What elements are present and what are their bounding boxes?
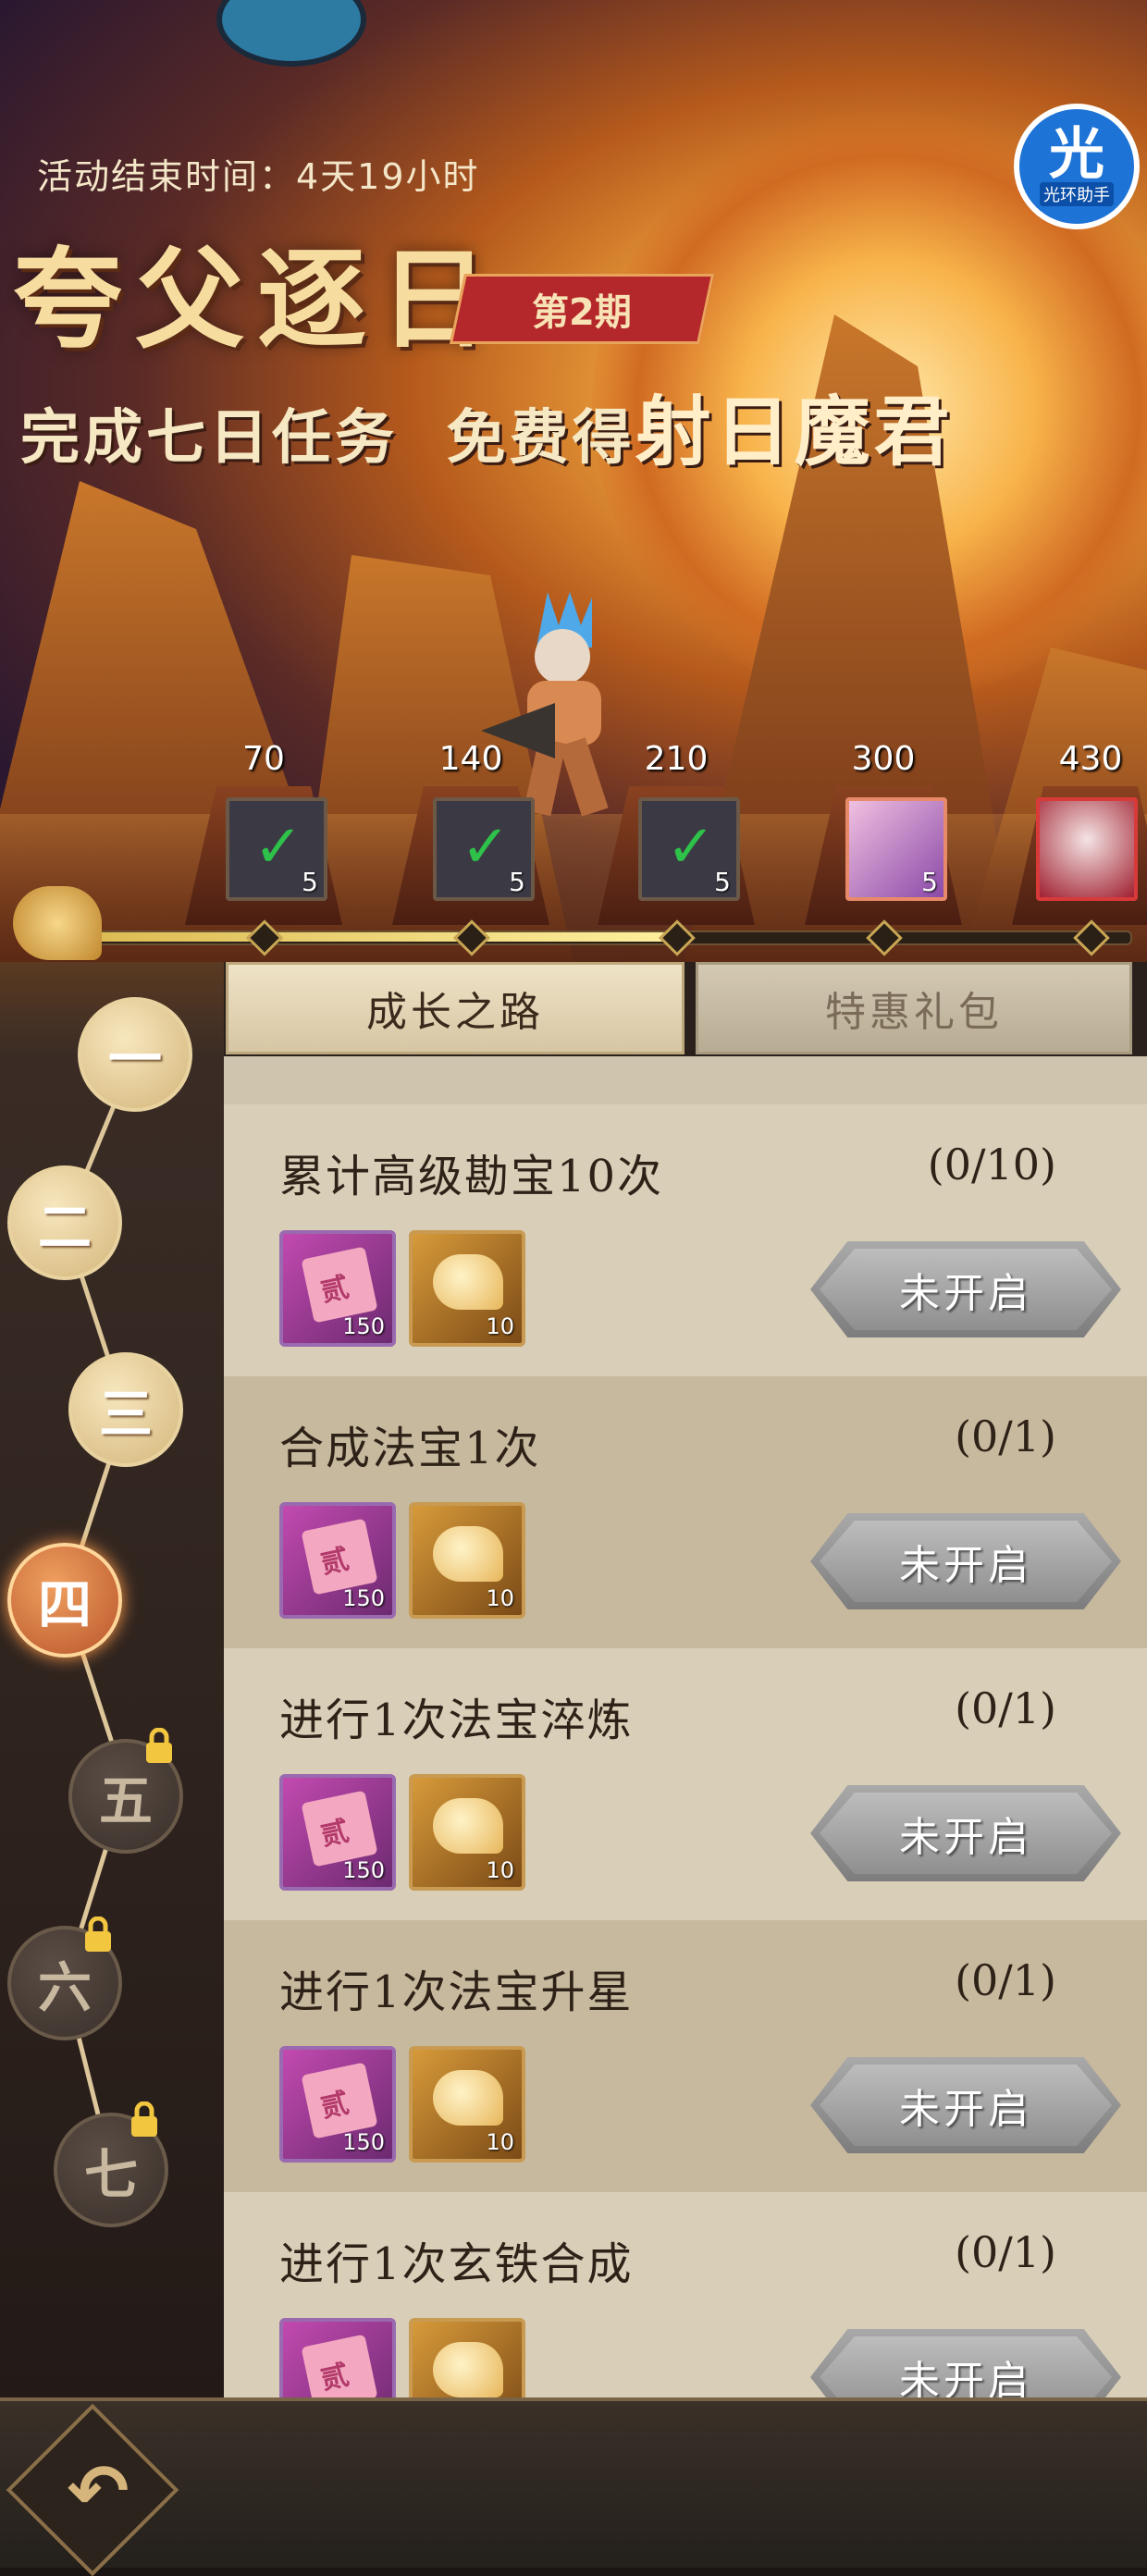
task-row: 合成法宝1次 (0/1) 贰 150 10 未开启 [224, 1376, 1147, 1648]
cloud-reward-icon[interactable]: 10 [409, 2318, 525, 2397]
milestone-points: 430 [1058, 740, 1123, 778]
day-1-button[interactable]: 一 [78, 997, 192, 1112]
milestone-points: 70 [242, 740, 285, 778]
check-icon: ✓ [253, 813, 303, 881]
task-name: 合成法宝1次 [279, 1423, 541, 1474]
reward-glyph: 贰 [317, 2087, 352, 2125]
task-progress: (0/10) [927, 1140, 1056, 1189]
reward-quantity: 10 [486, 1313, 514, 1339]
subtitle-reward: 射日魔君 [635, 388, 954, 476]
milestone-points: 140 [438, 740, 503, 778]
milestone-points: 210 [644, 740, 709, 778]
check-icon: ✓ [461, 813, 511, 881]
lock-icon [128, 2101, 161, 2138]
milestone-points: 300 [851, 740, 916, 778]
event-banner: 活动结束时间：4天19小时 夸父逐日 第2期 完成七日任务 免费得射日魔君 光 … [0, 0, 1147, 962]
scroll-reward-icon[interactable]: 贰 150 [279, 1502, 396, 1619]
creature-avatar [216, 0, 366, 67]
task-action-button[interactable]: 未开启 [810, 1785, 1121, 1881]
subtitle-text: 完成七日任务 免费得 [20, 403, 635, 473]
logo-text: 光环助手 [1040, 182, 1114, 206]
task-action-button[interactable]: 未开启 [810, 1241, 1121, 1337]
cloud-reward-icon[interactable]: 10 [409, 1774, 525, 1891]
cloud-reward-icon[interactable]: 10 [409, 2046, 525, 2163]
reward-glyph: 贰 [317, 2359, 352, 2397]
event-timer: 活动结束时间：4天19小时 [37, 156, 480, 197]
reward-card-icon: 5 [845, 797, 947, 901]
tab-special-gift[interactable]: 特惠礼包 [696, 962, 1132, 1054]
back-arrow-icon: ↶ [67, 2448, 130, 2534]
task-row: 进行1次法宝升星 (0/1) 贰 150 10 未开启 [224, 1920, 1147, 2192]
reward-item-icon: ✓ 5 [226, 797, 327, 901]
tab-growth-road[interactable]: 成长之路 [226, 962, 684, 1054]
task-row: 进行1次法宝淬炼 (0/1) 贰 150 10 未开启 [224, 1648, 1147, 1920]
reward-glyph: 贰 [317, 1543, 352, 1581]
hero-reward-icon [1036, 797, 1138, 901]
reward-count: 5 [714, 867, 731, 897]
task-progress: (0/1) [955, 1411, 1056, 1461]
scroll-reward-icon[interactable]: 贰 150 [279, 2318, 396, 2397]
reward-quantity: 150 [342, 1857, 385, 1883]
lock-icon [142, 1727, 176, 1765]
scroll-reward-icon[interactable]: 贰 150 [279, 1230, 396, 1347]
reward-quantity: 150 [342, 1313, 385, 1339]
list-top-strip [224, 1056, 1147, 1104]
event-subtitle: 完成七日任务 免费得射日魔君 [20, 370, 954, 480]
task-name: 进行1次法宝淬炼 [279, 1695, 634, 1746]
progress-fill [28, 932, 690, 942]
reward-quantity: 10 [486, 2129, 514, 2155]
reward-quantity: 10 [486, 1857, 514, 1883]
day-3-button[interactable]: 三 [68, 1352, 183, 1467]
reward-count: 5 [921, 867, 938, 897]
reward-quantity: 150 [342, 1585, 385, 1611]
task-action-button[interactable]: 未开启 [810, 1513, 1121, 1609]
reward-item-icon: ✓ 5 [433, 797, 535, 901]
milestone-140[interactable]: 140 ✓ 5 [383, 740, 559, 925]
logo-glyph: 光 [1049, 122, 1104, 187]
cloud-reward-icon[interactable]: 10 [409, 1502, 525, 1619]
check-icon: ✓ [666, 813, 716, 881]
cloud-currency-icon [13, 886, 102, 960]
scroll-reward-icon[interactable]: 贰 150 [279, 2046, 396, 2163]
task-progress: (0/1) [955, 2227, 1056, 2277]
milestone-430[interactable]: 430 [1003, 740, 1147, 925]
reward-quantity: 10 [486, 1585, 514, 1611]
event-title: 夸父逐日 [13, 235, 502, 364]
scroll-reward-icon[interactable]: 贰 150 [279, 1774, 396, 1891]
task-progress: (0/1) [955, 1955, 1056, 2005]
milestone-210[interactable]: 210 ✓ 5 [588, 740, 764, 925]
task-name: 累计高级勘宝10次 [279, 1151, 664, 1202]
period-badge: 第2期 [449, 274, 715, 344]
day-4-button[interactable]: 四 [7, 1543, 122, 1658]
cloud-reward-icon[interactable]: 10 [409, 1230, 525, 1347]
task-action-button[interactable]: 未开启 [810, 2057, 1121, 2153]
task-row: 进行1次玄铁合成 (0/1) 贰 150 10 未开启 [224, 2192, 1147, 2397]
task-name: 进行1次法宝升星 [279, 1966, 634, 2018]
task-name: 进行1次玄铁合成 [279, 2238, 634, 2290]
reward-item-icon: ✓ 5 [638, 797, 740, 901]
task-action-button[interactable]: 未开启 [810, 2329, 1121, 2397]
task-list: 累计高级勘宝10次 (0/10) 贰 150 10 未开启 合成法宝1次 (0/… [224, 1056, 1147, 2397]
milestone-70[interactable]: 70 ✓ 5 [176, 740, 352, 925]
period-label: 第2期 [532, 291, 632, 334]
task-row: 累计高级勘宝10次 (0/10) 贰 150 10 未开启 [224, 1104, 1147, 1376]
reward-count: 5 [302, 867, 318, 897]
reward-quantity: 150 [342, 2129, 385, 2155]
reward-glyph: 贰 [317, 1815, 352, 1853]
reward-count: 5 [509, 867, 525, 897]
reward-glyph: 贰 [317, 1271, 352, 1309]
helper-logo[interactable]: 光 光环助手 [1014, 104, 1140, 229]
milestone-300[interactable]: 300 5 [796, 740, 971, 925]
day-2-button[interactable]: 二 [7, 1165, 122, 1280]
lock-icon [81, 1916, 115, 1954]
task-progress: (0/1) [955, 1683, 1056, 1733]
